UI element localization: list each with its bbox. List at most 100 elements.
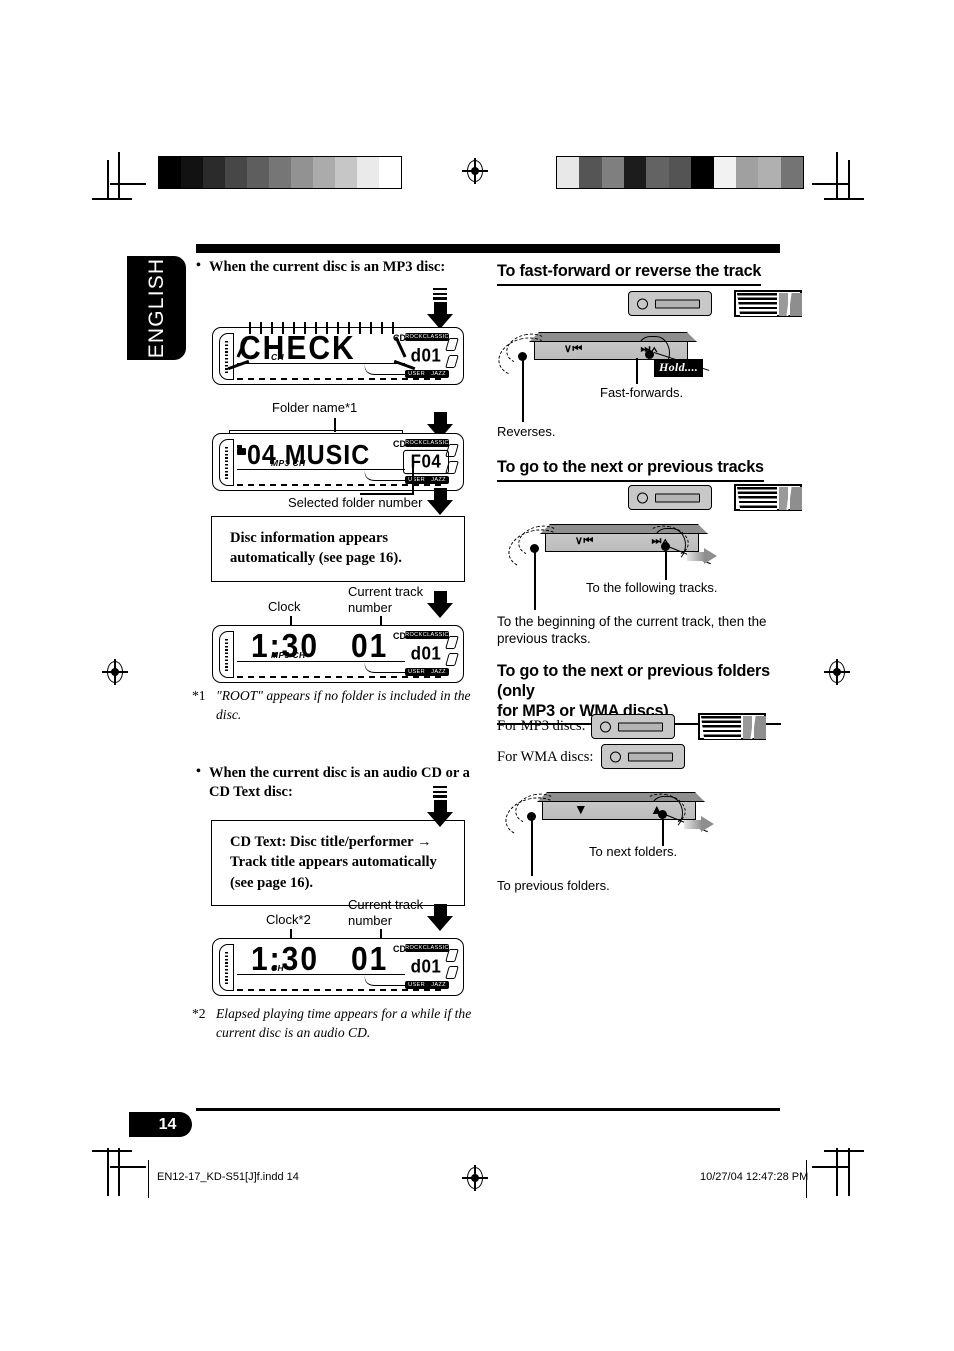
calibration-swatch — [181, 157, 203, 188]
calibration-swatch — [159, 157, 181, 188]
registration-mark-right — [824, 659, 850, 685]
footer-datetime: 10/27/04 12:47:28 PM — [700, 1171, 809, 1183]
crop-mark — [812, 1166, 848, 1168]
page-number-badge: 14 — [129, 1112, 192, 1137]
eq-rock-label: ROCK — [405, 945, 423, 951]
lcd-sub-code: d01 — [410, 956, 442, 977]
crop-mark — [110, 1166, 146, 1168]
section-2-heading: To go to the next or previous tracks — [497, 458, 764, 482]
calibration-swatch — [357, 157, 379, 188]
footnote-1-text: "ROOT" appears if no folder is included … — [216, 688, 471, 722]
eq-jazz-label: JAZZ — [431, 477, 446, 483]
registration-mark-top — [462, 158, 488, 184]
header-rule — [196, 244, 780, 253]
calibration-swatch — [668, 157, 692, 188]
eq-jazz-label: JAZZ — [431, 982, 446, 988]
lcd-display-clock-mp3: 1:30 01 MP3 CH CD ROCK CLASSIC d01 USER … — [212, 625, 464, 683]
remote-control-icon — [628, 485, 712, 510]
car-stereo-unit-icon — [734, 484, 802, 511]
calibration-swatch — [225, 157, 247, 188]
lcd-side-bars — [445, 338, 459, 372]
lcd-clock-text: 1:30 — [251, 940, 320, 978]
flow-arrow-6 — [427, 904, 453, 931]
selected-folder-number-label: Selected folder number — [288, 495, 423, 510]
footnote-2-text: Elapsed playing time appears for a while… — [216, 1006, 472, 1040]
eq-user-label: USER — [408, 982, 425, 988]
section-1-device-icons — [628, 290, 802, 317]
section-3-wma-icons — [601, 744, 685, 769]
calibration-swatch — [691, 157, 714, 188]
remote-control-icon — [628, 291, 712, 316]
flow-arrow-3 — [427, 488, 453, 515]
calibration-swatch — [579, 157, 602, 188]
calibration-swatch — [313, 157, 335, 188]
section-2-finger-next — [661, 542, 670, 551]
lcd-spine — [219, 944, 234, 991]
lcd-spine — [219, 631, 234, 678]
section-1-caption-reverse: Reverses. — [497, 424, 556, 439]
lcd-display-clock-cd: 1:30 01 CH CD ROCK CLASSIC d01 USER JAZZ — [212, 938, 464, 996]
lcd-display-folder: 04 MUSIC MP3 CH CD ROCK CLASSIC F04 USER… — [212, 433, 464, 491]
car-stereo-unit-icon — [734, 290, 802, 317]
section-2-next-leader — [665, 552, 667, 580]
remote-knob — [600, 721, 611, 732]
calibration-swatch — [247, 157, 269, 188]
section-1-heading-wrap: To fast-forward or reverse the track — [497, 262, 781, 286]
car-stereo-unit-icon — [698, 713, 766, 740]
eq-rock-label: ROCK — [405, 334, 423, 340]
info-box-cd-text: CD Text: Disc title/performer → Track ti… — [211, 820, 465, 907]
calibration-swatch — [291, 157, 313, 188]
section-3-btn-prev-label[interactable]: ▼ — [574, 801, 588, 817]
calibration-swatch — [601, 157, 625, 188]
lcd-sub-display: CD ROCK CLASSIC d01 USER JAZZ — [393, 332, 459, 380]
crop-mark — [824, 198, 864, 200]
section-2-heading-wrap: To go to the next or previous tracks — [497, 458, 781, 482]
footer-filename: EN12-17_KD-S51[J]f.indd 14 — [157, 1171, 299, 1183]
calibration-swatch — [269, 157, 291, 188]
lcd-side-bars — [445, 444, 459, 478]
lcd-spine — [219, 333, 234, 380]
unit-gray-2 — [790, 293, 802, 316]
section-1-btn-reverse-label[interactable]: ∨⏮ — [564, 342, 583, 356]
calibration-bar-left — [158, 156, 402, 189]
section-3-mp3-label: For MP3 discs: — [497, 718, 586, 734]
section-3-caption-next: To next folders. — [589, 844, 678, 859]
lcd-eq-top: ROCK CLASSIC — [405, 944, 449, 952]
section-2-btn-prev-label[interactable]: ∨⏮ — [575, 534, 594, 548]
lcd-side-bars — [445, 636, 459, 670]
remote-slot — [655, 299, 700, 308]
crop-mark — [118, 152, 120, 200]
current-track-label-2-text: Current track number — [348, 897, 424, 928]
unit-panel — [701, 716, 741, 739]
section-1-caption-forward: Fast-forwards. — [600, 385, 684, 400]
section-1-reverse-leader — [522, 360, 524, 422]
section-3-prev-leader — [531, 820, 533, 876]
calibration-swatch — [780, 157, 803, 188]
lcd-tag: MP3 CH — [271, 650, 306, 660]
calibration-swatch — [379, 157, 401, 188]
section-2-device-icons — [628, 484, 802, 511]
lcd-eq-top: ROCK CLASSIC — [405, 333, 449, 341]
eq-jazz-label: JAZZ — [431, 371, 446, 377]
crop-mark — [812, 183, 848, 185]
clock-label-2: Clock*2 — [266, 912, 311, 927]
flow-arrow-4 — [427, 591, 453, 618]
crop-mark — [848, 1148, 850, 1196]
eq-user-label: USER — [408, 371, 425, 377]
eq-classic-label: CLASSIC — [422, 440, 449, 446]
calibration-bar-right — [556, 156, 804, 189]
calibration-swatch — [335, 157, 357, 188]
section-2-caption-prev: To the beginning of the current track, t… — [497, 614, 767, 647]
footnote-2: *2 Elapsed playing time appears for a wh… — [192, 1005, 478, 1043]
eq-classic-label: CLASSIC — [422, 632, 449, 638]
lcd-eq-bottom: USER JAZZ — [405, 370, 449, 378]
remote-slot — [628, 752, 673, 761]
crop-mark — [836, 1148, 838, 1196]
crop-mark — [92, 198, 132, 200]
crop-mark — [824, 1150, 864, 1152]
crop-mark — [118, 1148, 120, 1196]
hold-badge: Hold.... — [654, 359, 704, 377]
crop-mark — [836, 152, 838, 200]
eq-user-label: USER — [408, 669, 425, 675]
section-3-caption-prev: To previous folders. — [497, 878, 610, 893]
